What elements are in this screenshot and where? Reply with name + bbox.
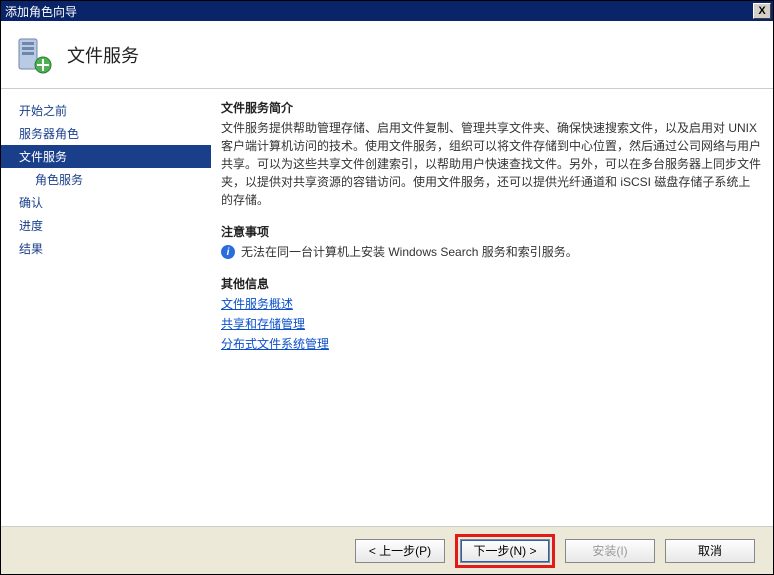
- sidebar-item-file-services[interactable]: 文件服务: [1, 145, 211, 168]
- sidebar-item-role-services[interactable]: 角色服务: [1, 168, 211, 191]
- titlebar: 添加角色向导 X: [1, 1, 773, 21]
- footer: < 上一步(P) 下一步(N) > 安装(I) 取消: [1, 526, 773, 574]
- link-file-services-overview[interactable]: 文件服务概述: [221, 295, 293, 313]
- other-info-links: 文件服务概述 共享和存储管理 分布式文件系统管理: [221, 295, 761, 353]
- close-icon: X: [758, 5, 765, 17]
- sidebar-item-before-you-begin[interactable]: 开始之前: [1, 99, 211, 122]
- sidebar-item-server-roles[interactable]: 服务器角色: [1, 122, 211, 145]
- note-row: i 无法在同一台计算机上安装 Windows Search 服务和索引服务。: [221, 243, 761, 261]
- intro-text: 文件服务提供帮助管理存储、启用文件复制、管理共享文件夹、确保快速搜索文件，以及启…: [221, 119, 761, 209]
- sidebar: 开始之前 服务器角色 文件服务 角色服务 确认 进度 结果: [1, 89, 211, 526]
- notes-heading: 注意事项: [221, 223, 761, 241]
- cancel-button[interactable]: 取消: [665, 539, 755, 563]
- header-band: 文件服务: [1, 21, 773, 89]
- note-text: 无法在同一台计算机上安装 Windows Search 服务和索引服务。: [241, 243, 578, 261]
- page-title: 文件服务: [67, 42, 139, 68]
- sidebar-item-confirmation[interactable]: 确认: [1, 191, 211, 214]
- body: 开始之前 服务器角色 文件服务 角色服务 确认 进度 结果 文件服务简介 文件服…: [1, 89, 773, 526]
- intro-heading: 文件服务简介: [221, 99, 761, 117]
- sidebar-item-progress[interactable]: 进度: [1, 214, 211, 237]
- next-button[interactable]: 下一步(N) >: [460, 539, 550, 563]
- link-dfs-management[interactable]: 分布式文件系统管理: [221, 335, 329, 353]
- close-button[interactable]: X: [753, 3, 771, 19]
- server-role-icon: [13, 35, 53, 75]
- sidebar-item-results[interactable]: 结果: [1, 237, 211, 260]
- other-info-heading: 其他信息: [221, 275, 761, 293]
- info-icon: i: [221, 245, 235, 259]
- next-button-highlight: 下一步(N) >: [455, 534, 555, 568]
- previous-button[interactable]: < 上一步(P): [355, 539, 445, 563]
- wizard-window: 添加角色向导 X 文件服务 开始之前 服务器角色 文件服务 角色服务 确认 进度…: [0, 0, 774, 575]
- install-button: 安装(I): [565, 539, 655, 563]
- link-share-storage-management[interactable]: 共享和存储管理: [221, 315, 305, 333]
- window-title: 添加角色向导: [5, 3, 77, 20]
- content-pane: 文件服务简介 文件服务提供帮助管理存储、启用文件复制、管理共享文件夹、确保快速搜…: [211, 89, 773, 526]
